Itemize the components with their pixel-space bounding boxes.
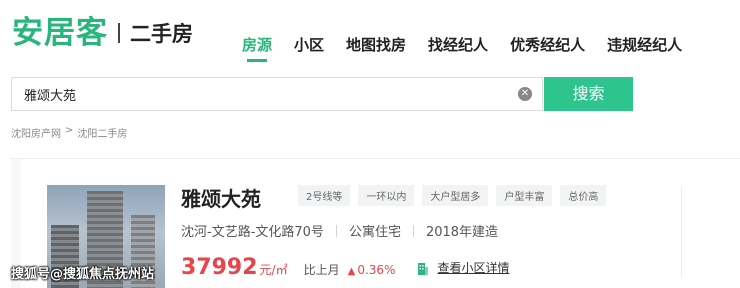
breadcrumb-section[interactable]: 沈阳二手房	[77, 125, 127, 140]
price-row: 37992 元/㎡ 比上月 ▲ 0.36% 查看小区详情	[181, 255, 509, 280]
listing-meta: 沈河-文艺路-文化路70号 公寓住宅 2018年建造	[181, 221, 498, 240]
listing-title[interactable]: 雅颂大苑	[181, 183, 261, 212]
breadcrumb-city[interactable]: 沈阳房产网	[11, 125, 61, 140]
nav-item-map-search[interactable]: 地图找房	[346, 34, 406, 55]
nav-item-violating-agents[interactable]: 违规经纪人	[607, 34, 682, 55]
mom-label: 比上月	[303, 263, 340, 277]
listing-property-type: 公寓住宅	[348, 225, 401, 240]
price-unit: 元/㎡	[259, 263, 288, 277]
unit-price: 37992	[181, 255, 258, 280]
card-divider	[681, 187, 682, 277]
search-box: ✕	[11, 77, 543, 111]
listing-location: 沈河-文艺路-文化路70号	[181, 225, 324, 240]
tag-metro: 2号线等	[298, 185, 351, 206]
logo-main: 安居客	[12, 15, 108, 51]
logo-sub: 二手房	[130, 22, 193, 46]
nav-item-communities[interactable]: 小区	[294, 34, 324, 55]
watermark: 搜狐号@搜狐焦点抚州站	[11, 267, 155, 282]
logo-divider	[118, 23, 120, 43]
listing-tags: 2号线等 一环以内 大户型居多 户型丰富 总价高	[298, 185, 614, 206]
tag-high-total-price: 总价高	[560, 185, 607, 206]
tag-varied-layouts: 户型丰富	[496, 185, 553, 206]
nav-item-find-agent[interactable]: 找经纪人	[428, 34, 488, 55]
meta-divider	[335, 224, 337, 237]
listing-build-year: 2018年建造	[425, 225, 499, 240]
mom-value: 0.36%	[357, 263, 396, 277]
building-icon	[418, 263, 429, 275]
site-logo[interactable]: 安居客 二手房	[12, 16, 193, 50]
main-nav: 房源 小区 地图找房 找经纪人 优秀经纪人 违规经纪人	[242, 34, 704, 62]
breadcrumb-separator: >	[65, 125, 74, 136]
nav-item-listings[interactable]: 房源	[242, 34, 272, 62]
meta-divider	[412, 224, 414, 237]
tag-large-units: 大户型居多	[422, 185, 489, 206]
search-input[interactable]	[12, 78, 512, 110]
breadcrumb: 沈阳房产网 > 沈阳二手房	[11, 125, 131, 140]
nav-item-top-agents[interactable]: 优秀经纪人	[510, 34, 585, 55]
search-button[interactable]: 搜索	[544, 77, 633, 111]
arrow-up-icon: ▲	[347, 266, 356, 277]
clear-icon[interactable]: ✕	[518, 87, 532, 101]
community-detail-label: 查看小区详情	[437, 260, 510, 275]
community-detail-link[interactable]: 查看小区详情	[417, 259, 509, 276]
tag-ring-road: 一环以内	[358, 185, 415, 206]
